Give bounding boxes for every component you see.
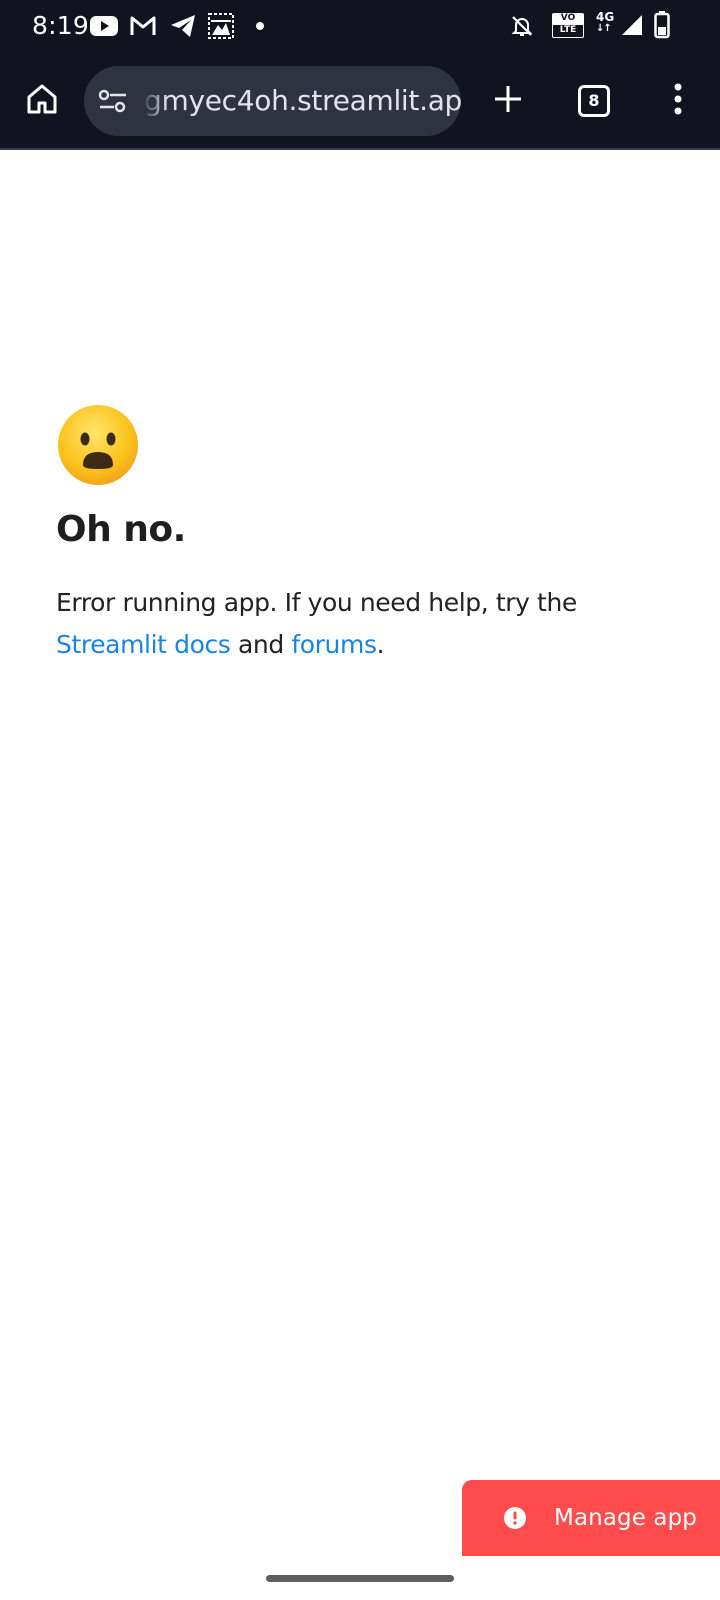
status-time: 8:19	[32, 11, 89, 40]
gesture-navigation-bar[interactable]	[266, 1575, 454, 1582]
url-text[interactable]: gmyec4oh.streamlit.app	[144, 66, 461, 136]
plus-icon	[493, 84, 523, 119]
streamlit-docs-link[interactable]: Streamlit docs	[56, 630, 231, 659]
telegram-icon	[170, 14, 196, 38]
volte-icon: VO LTE	[552, 13, 584, 38]
forums-link[interactable]: forums	[291, 630, 377, 659]
signal-icon	[620, 13, 644, 37]
status-bar: 8:19 VO LTE 4G ↓↑	[0, 0, 720, 52]
battery-icon	[654, 11, 670, 39]
error-title: Oh no.	[56, 509, 186, 550]
youtube-icon	[90, 15, 118, 37]
gmail-icon	[130, 15, 156, 37]
bell-off-icon	[510, 14, 534, 38]
address-bar[interactable]: gmyec4oh.streamlit.app	[84, 66, 461, 136]
notification-dot	[256, 22, 264, 30]
manage-app-label: Manage app	[554, 1505, 697, 1531]
browser-toolbar: gmyec4oh.streamlit.app 8	[0, 52, 720, 150]
anguished-face-icon	[56, 403, 140, 487]
manage-app-button[interactable]: Manage app	[462, 1480, 720, 1556]
new-tab-button[interactable]	[484, 77, 532, 125]
alert-icon	[504, 1507, 526, 1529]
error-content: Oh no. Error running app. If you need he…	[56, 403, 676, 666]
home-button[interactable]	[18, 77, 66, 125]
gallery-icon	[208, 13, 234, 39]
home-icon	[25, 82, 59, 121]
error-message: Error running app. If you need help, try…	[56, 588, 577, 659]
tab-count: 8	[578, 85, 610, 117]
tab-switcher-button[interactable]: 8	[570, 77, 618, 125]
site-settings-icon[interactable]	[98, 87, 128, 120]
4g-icon: 4G ↓↑	[596, 10, 615, 34]
more-vert-icon	[673, 83, 683, 120]
menu-button[interactable]	[654, 77, 702, 125]
